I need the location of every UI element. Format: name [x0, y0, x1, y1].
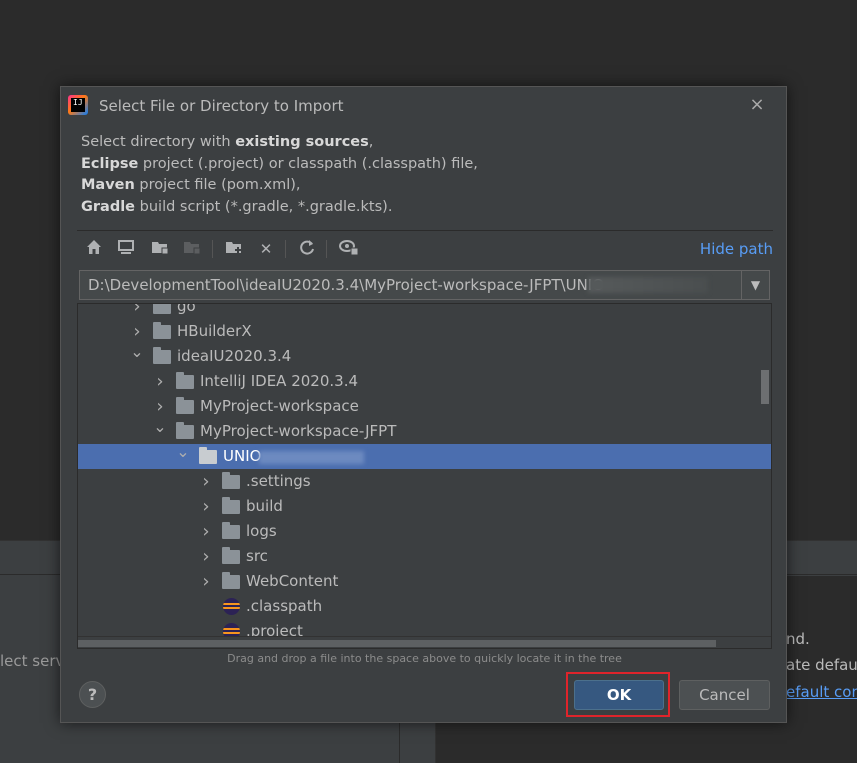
tree-row[interactable]: › IntelliJ IDEA 2020.3.4 [78, 369, 771, 394]
tree-row-label: .classpath [246, 597, 323, 615]
tree-row[interactable]: › WebContent [78, 569, 771, 594]
project-directory-icon[interactable] [149, 238, 171, 260]
dialog-title: Select File or Directory to Import [99, 97, 344, 115]
chevron-right-icon[interactable]: › [199, 519, 213, 544]
tree-row-label: build [246, 497, 283, 515]
home-icon[interactable] [83, 238, 105, 260]
new-folder-icon[interactable] [223, 238, 245, 260]
chevron-right-icon[interactable]: › [199, 494, 213, 519]
toolbar-separator [212, 240, 213, 258]
tree-horizontal-scroll-thumb[interactable] [78, 640, 716, 647]
tree-row-label: MyProject-workspace [200, 397, 359, 415]
import-dialog: IJ Select File or Directory to Import × … [60, 86, 787, 723]
chevron-down-icon[interactable]: ▼ [741, 271, 769, 299]
left-panel-text: lect serv [0, 652, 65, 670]
chevron-right-icon[interactable]: › [153, 394, 167, 419]
folder-icon [222, 497, 240, 514]
folder-icon [176, 372, 194, 389]
folder-icon [222, 522, 240, 539]
folder-icon [222, 472, 240, 489]
dialog-description: Select directory with existing sources, … [81, 134, 478, 215]
drag-drop-hint: Drag and drop a file into the space abov… [227, 652, 622, 665]
folder-icon [222, 547, 240, 564]
folder-icon [222, 572, 240, 589]
help-button[interactable]: ? [79, 681, 106, 708]
tree-row[interactable]: ⌄ UNIO [78, 442, 771, 469]
file-chooser-toolbar: ✕ Hide path [77, 230, 773, 266]
label-redaction [259, 451, 364, 464]
folder-icon [176, 397, 194, 414]
tree-row-label: ideaIU2020.3.4 [177, 347, 292, 365]
eclipse-file-icon [223, 598, 240, 615]
tree-row[interactable]: › logs [78, 519, 771, 544]
tree-row-label: src [246, 547, 268, 565]
folder-icon [176, 422, 194, 439]
path-input[interactable]: D:\DevelopmentTool\ideaIU2020.3.4\MyProj… [79, 270, 770, 300]
tree-row-label: WebContent [246, 572, 339, 590]
tree-row[interactable]: ⌄ ideaIU2020.3.4 [78, 342, 771, 369]
tree-row[interactable]: › HBuilderX [78, 319, 771, 344]
delete-icon[interactable]: ✕ [255, 238, 277, 260]
dialog-titlebar[interactable]: IJ Select File or Directory to Import × [61, 87, 786, 124]
tree-row-label: IntelliJ IDEA 2020.3.4 [200, 372, 359, 390]
tree-row[interactable]: › src [78, 544, 771, 569]
chevron-right-icon[interactable]: › [153, 369, 167, 394]
toolbar-separator [326, 240, 327, 258]
tree-row-label: .settings [246, 472, 311, 490]
folder-icon [153, 347, 171, 364]
tree-row-label: go [177, 303, 196, 315]
tree-vertical-scrollbar[interactable] [761, 370, 769, 404]
folder-icon [153, 304, 171, 314]
tree-row-label: UNIO [223, 447, 262, 465]
hide-path-link[interactable]: Hide path [700, 240, 773, 258]
desktop-icon[interactable] [115, 238, 137, 260]
tree-row-label: MyProject-workspace-JFPT [200, 422, 397, 440]
chevron-right-icon[interactable]: › [130, 319, 144, 344]
ok-button[interactable]: OK [574, 680, 664, 710]
tree-horizontal-scrollbar[interactable] [78, 636, 771, 648]
tree-row-label: HBuilderX [177, 322, 252, 340]
tree-row-label: logs [246, 522, 277, 540]
tree-row[interactable]: .classpath [78, 594, 771, 619]
path-redaction [588, 277, 708, 293]
folder-icon [199, 447, 217, 464]
refresh-icon[interactable] [296, 238, 318, 260]
right-panel-text-1: nd. [786, 630, 810, 648]
toolbar-separator [285, 240, 286, 258]
chevron-right-icon[interactable]: › [199, 469, 213, 494]
intellij-app-icon: IJ [68, 95, 88, 115]
tree-row[interactable]: › MyProject-workspace [78, 394, 771, 419]
right-panel-link[interactable]: efault con [786, 683, 857, 701]
right-panel-text-2: ate defaul [786, 656, 857, 674]
tree-row[interactable]: › .settings [78, 469, 771, 494]
chevron-right-icon[interactable]: › [199, 544, 213, 569]
close-icon[interactable]: × [748, 96, 766, 114]
show-hidden-files-icon[interactable] [338, 238, 360, 260]
folder-icon [153, 322, 171, 339]
chevron-right-icon[interactable]: › [130, 304, 144, 319]
tree-row[interactable]: › build [78, 494, 771, 519]
chevron-right-icon[interactable]: › [199, 569, 213, 594]
tree-row[interactable]: ⌄ MyProject-workspace-JFPT [78, 417, 771, 444]
tree-row[interactable]: › go [78, 303, 771, 319]
directory-tree[interactable]: .project .classpath › WebContent › src › logs › b… [77, 303, 772, 649]
cancel-button[interactable]: Cancel [679, 680, 770, 710]
module-directory-icon [181, 238, 203, 260]
